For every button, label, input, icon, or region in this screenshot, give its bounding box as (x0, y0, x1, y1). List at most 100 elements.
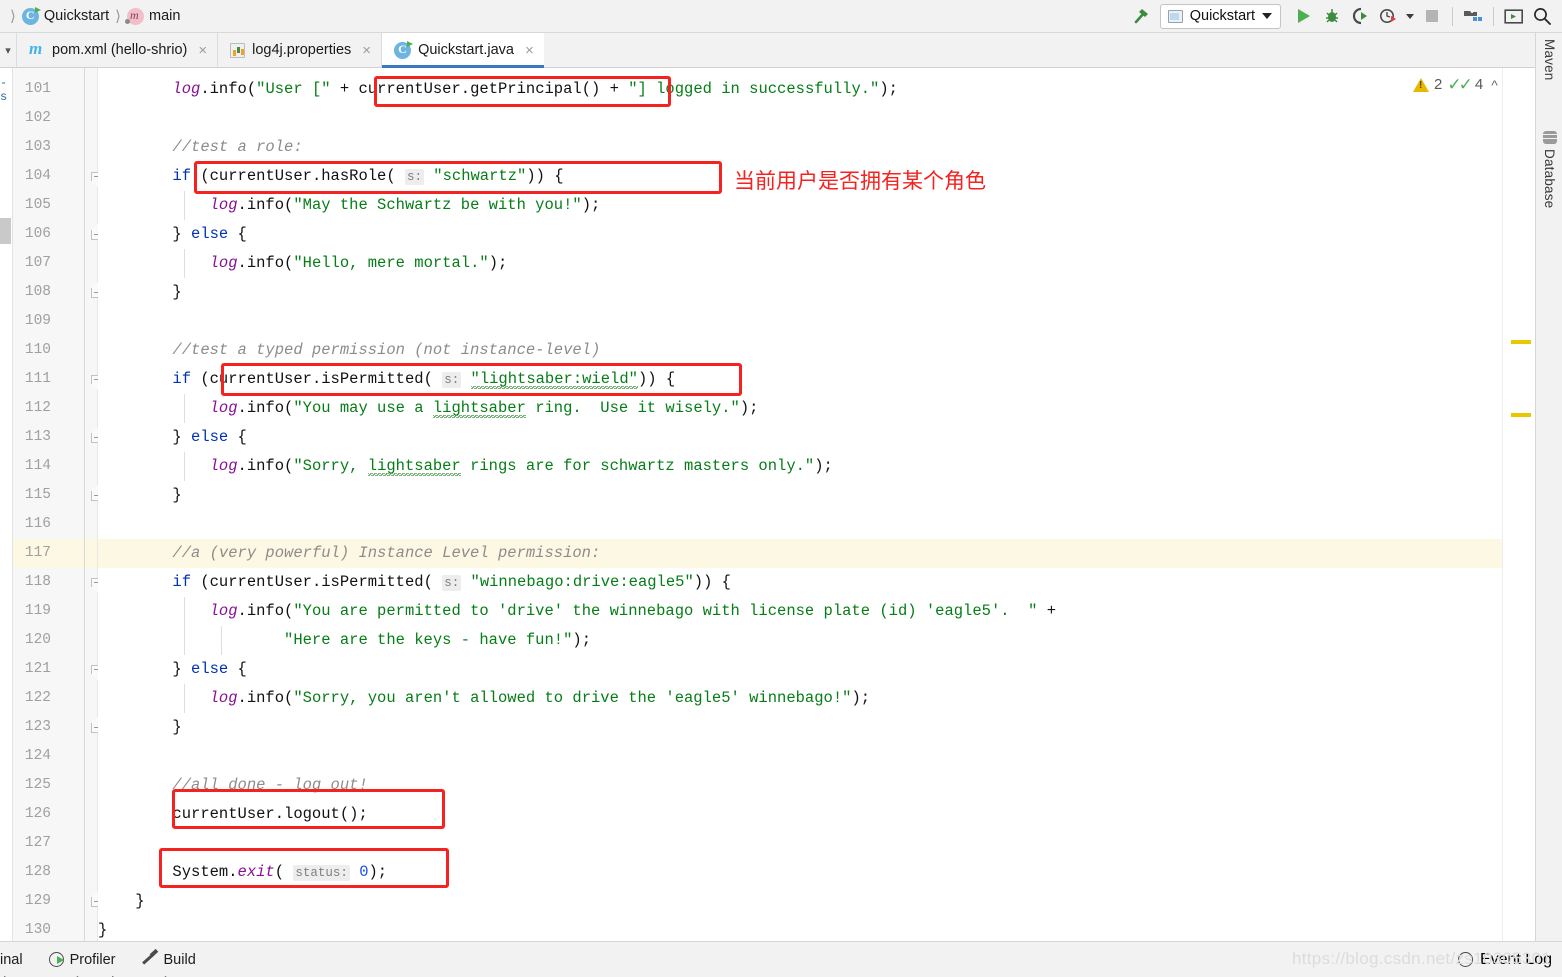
code-token: { (228, 660, 247, 678)
code-line[interactable]: log.info("You are permitted to 'drive' t… (98, 597, 1056, 626)
code-token: "Here are the keys - have fun!" (284, 631, 573, 649)
line-number: 118 (24, 574, 51, 590)
tab-label: Quickstart.java (418, 42, 514, 58)
line-number: 117 (24, 545, 51, 561)
code-editor[interactable]: -s 101 102 103 104 105 106 107 108 109 110 111 112 1… (0, 68, 1562, 941)
code-line[interactable]: } (98, 887, 144, 916)
application-icon (1167, 9, 1183, 23)
code-line[interactable]: if (currentUser.isPermitted( s: "winneba… (98, 568, 731, 597)
code-line[interactable]: //a (very powerful) Instance Level permi… (98, 539, 600, 568)
line-number: 102 (24, 110, 51, 126)
code-line[interactable]: } else { (98, 220, 246, 249)
code-token: if (172, 370, 192, 388)
code-token: (currentUser.isPermitted( (191, 370, 443, 388)
code-token: ( (274, 863, 294, 881)
status-terminal[interactable]: inal (0, 942, 36, 977)
code-line[interactable]: log.info("Sorry, you aren't allowed to d… (98, 684, 870, 713)
status-profiler[interactable]: Profiler (36, 942, 129, 977)
code-token: else (191, 660, 229, 678)
code-token: (currentUser.hasRole( (191, 167, 405, 185)
inspection-marker-column[interactable] (1502, 68, 1535, 941)
run-button[interactable] (1290, 2, 1318, 30)
code-token: ); (581, 196, 601, 214)
line-number: 103 (24, 139, 51, 155)
code-token: + currentUser.getPrincipal() + (330, 80, 629, 98)
code-token: ); (572, 631, 591, 649)
code-line[interactable]: log.info("Hello, mere mortal."); (98, 249, 508, 278)
code-line[interactable]: log.info("You may use a lightsaber ring.… (98, 394, 758, 423)
indent-guide (184, 452, 185, 481)
stop-button[interactable] (1418, 2, 1446, 30)
chevron-up-icon[interactable]: ^ (1488, 77, 1501, 93)
warning-marker[interactable] (1511, 340, 1531, 344)
code-line[interactable]: System.exit( status: 0); (98, 858, 387, 887)
code-token: ); (879, 80, 898, 98)
run-icon (1298, 9, 1310, 23)
code-token: "winnebago:drive:eagle5" (470, 573, 694, 591)
code-line[interactable]: log.info("May the Schwartz be with you!"… (98, 191, 601, 220)
line-number: 116 (24, 516, 51, 532)
indent-guide (184, 684, 185, 713)
code-line[interactable]: //all done - log out! (98, 771, 367, 800)
code-line[interactable]: "Here are the keys - have fun!"); (98, 626, 591, 655)
tab-log4j-properties[interactable]: log4j.properties × (217, 33, 381, 67)
code-token: //test a role: (98, 138, 303, 156)
code-line[interactable]: } else { (98, 423, 246, 452)
line-number: 125 (24, 777, 51, 793)
code-token: } (98, 921, 108, 939)
code-line[interactable]: } (98, 278, 181, 307)
code-token: .info( (237, 196, 294, 214)
tab-quickstart-java[interactable]: Quickstart.java × (381, 33, 544, 68)
project-structure-button[interactable] (1459, 2, 1487, 30)
search-everywhere-button[interactable] (1528, 2, 1556, 30)
close-icon[interactable]: × (525, 43, 534, 58)
run-configuration-selector[interactable]: Quickstart (1159, 3, 1281, 29)
code-content[interactable]: log.info("User [" + currentUser.getPrinc… (98, 68, 1502, 941)
code-line[interactable]: //test a role: (98, 133, 303, 162)
code-token: lightsaber (432, 399, 526, 418)
indent-guide (184, 626, 185, 655)
tool-tab-maven[interactable]: Maven (1536, 39, 1562, 81)
code-token: log (209, 254, 238, 272)
tabs-scroll-left-icon[interactable]: ▾ (0, 33, 16, 67)
build-project-button[interactable] (1128, 2, 1156, 30)
code-line[interactable]: if (currentUser.hasRole( s: "schwartz"))… (98, 162, 564, 191)
breadcrumb-item-class[interactable]: Quickstart (20, 6, 111, 25)
code-token: log (209, 399, 238, 417)
profile-button[interactable] (1374, 2, 1402, 30)
code-line[interactable]: //test a typed permission (not instance-… (98, 336, 600, 365)
run-with-coverage-button[interactable] (1346, 2, 1374, 30)
code-line[interactable]: log.info("User [" + currentUser.getPrinc… (98, 75, 898, 104)
right-tool-rail: Maven Database (1535, 33, 1562, 941)
profile-dropdown-button[interactable] (1402, 2, 1418, 30)
code-line[interactable]: } else { (98, 655, 247, 684)
code-token: "] logged in successfully." (628, 80, 880, 98)
indent-guide (184, 191, 185, 220)
breadcrumb-item-method[interactable]: main (125, 7, 182, 25)
code-token: ring. Use it wisely." (525, 399, 740, 417)
warning-marker[interactable] (1511, 413, 1531, 417)
terminal-button[interactable] (1500, 2, 1528, 30)
method-icon (125, 7, 145, 25)
code-line[interactable]: } (98, 713, 181, 742)
code-line[interactable]: currentUser.logout(); (98, 800, 367, 829)
tool-tab-database[interactable]: Database (1536, 131, 1562, 208)
code-line[interactable]: } (98, 481, 181, 510)
code-line[interactable]: log.info("Sorry, lightsaber rings are fo… (98, 452, 833, 481)
breadcrumb-separator: ⟩ (10, 8, 16, 25)
status-build[interactable]: Build (129, 942, 209, 977)
code-line[interactable]: if (currentUser.isPermitted( s: "lightsa… (98, 365, 675, 394)
tab-pom-xml[interactable]: pom.xml (hello-shrio) × (16, 33, 217, 67)
code-token: .info( (237, 399, 294, 417)
code-token: ); (739, 399, 759, 417)
code-line[interactable]: } (98, 916, 107, 941)
editor-gutter[interactable]: 101 102 103 104 105 106 107 108 109 110 111 112 113 1… (13, 68, 103, 941)
warning-triangle-icon (1413, 77, 1430, 92)
close-icon[interactable]: × (198, 43, 207, 58)
close-icon[interactable]: × (362, 43, 371, 58)
debug-button[interactable] (1318, 2, 1346, 30)
code-token: exit (237, 863, 275, 881)
